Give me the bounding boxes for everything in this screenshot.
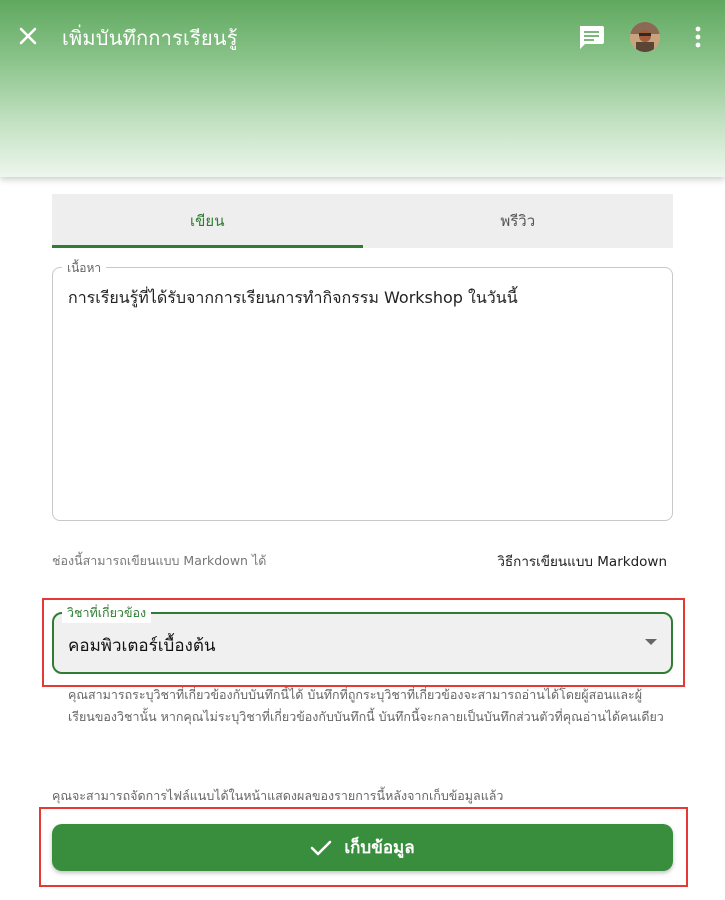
- markdown-help-link[interactable]: วิธีการเขียนแบบ Markdown: [497, 550, 667, 572]
- tab-write[interactable]: เขียน: [52, 194, 363, 248]
- subject-select-label: วิชาที่เกี่ยวข้อง: [62, 603, 152, 623]
- tab-preview[interactable]: พรีวิว: [363, 194, 674, 248]
- page-title: เพิ่มบันทึกการเรียนรู้: [62, 26, 238, 50]
- save-button-label: เก็บข้อมูล: [344, 838, 415, 858]
- app-bar: เพิ่มบันทึกการเรียนรู้: [0, 0, 725, 177]
- markdown-hint-row: ช่องนี้สามารถเขียนแบบ Markdown ได้ วิธีก…: [52, 549, 673, 571]
- subject-helper-text: คุณสามารถระบุวิชาที่เกี่ยวข้องกับบันทึกน…: [68, 687, 664, 724]
- subject-select-value[interactable]: คอมพิวเตอร์เบื้องต้น: [68, 632, 216, 659]
- check-icon: [311, 840, 332, 855]
- editor-tabs: เขียน พรีวิว: [52, 194, 673, 248]
- close-icon: [19, 27, 37, 45]
- more-button[interactable]: [686, 24, 710, 50]
- chat-icon: [580, 26, 604, 49]
- content-label: เนื้อหา: [62, 259, 107, 278]
- close-button[interactable]: [14, 22, 42, 50]
- content-text[interactable]: การเรียนรู้ที่ได้รับจากการเรียนการทำกิจก…: [68, 286, 518, 311]
- save-button[interactable]: เก็บข้อมูล: [52, 824, 673, 871]
- dropdown-arrow-icon[interactable]: [644, 637, 658, 647]
- markdown-hint: ช่องนี้สามารถเขียนแบบ Markdown ได้: [52, 553, 267, 568]
- attachment-note: คุณจะสามารถจัดการไฟล์แนบได้ในหน้าแสดงผลข…: [52, 788, 504, 803]
- avatar[interactable]: [630, 22, 660, 52]
- chat-button[interactable]: [576, 23, 606, 51]
- user-avatar-icon: [630, 22, 660, 52]
- more-vert-icon: [695, 26, 701, 48]
